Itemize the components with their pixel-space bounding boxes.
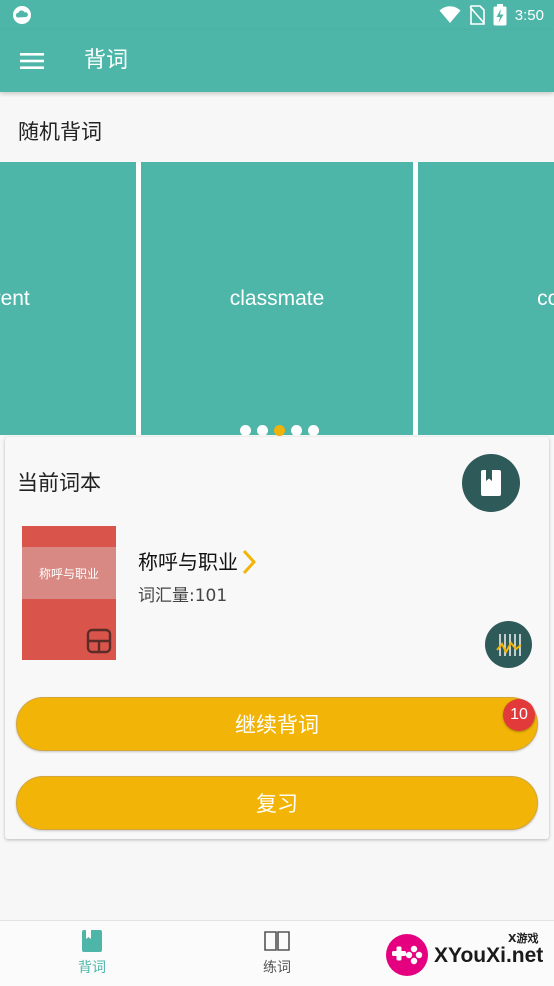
cloud-notification-icon [13, 6, 31, 24]
word-carousel[interactable]: parent classmate cou [0, 162, 554, 435]
gamepad-logo-icon [386, 934, 428, 976]
word-card[interactable]: classmate [141, 162, 413, 435]
open-book-icon [264, 931, 290, 951]
nav-label-practice: 练词 [263, 960, 291, 976]
word-card-text: classmate [229, 286, 325, 310]
book-cover-label: 称呼与职业 [38, 566, 99, 581]
current-book-title: 当前词本 [17, 471, 101, 495]
battery-charging-icon [493, 4, 507, 26]
chevron-right-icon [242, 549, 257, 575]
carousel-dot-active[interactable] [274, 425, 285, 436]
current-book-panel: 当前词本 称呼与职业 称呼与职业 词汇量:101 继续背词 10 复习 [5, 437, 549, 839]
chart-icon [495, 633, 522, 656]
nav-label-recite: 背词 [78, 960, 106, 976]
word-card[interactable]: parent [0, 162, 136, 435]
continue-recite-button[interactable]: 继续背词 [16, 697, 538, 751]
carousel-dot[interactable] [240, 425, 251, 436]
nav-item-recite[interactable]: 背词 [32, 929, 152, 977]
book-word-count: 词汇量:101 [138, 586, 228, 606]
book-icon [82, 930, 102, 952]
carousel-indicator [240, 425, 319, 436]
review-label: 复习 [256, 792, 298, 816]
status-time: 3:50 [514, 6, 544, 24]
word-card-text: parent [0, 286, 30, 310]
nav-item-practice[interactable]: 练词 [217, 929, 337, 977]
wordbook-button[interactable] [462, 454, 520, 512]
watermark: X游戏 XYouXi.net [384, 930, 550, 982]
app-bar: 背词 [0, 30, 554, 92]
statistics-button[interactable] [485, 621, 532, 668]
random-section-title: 随机背词 [18, 120, 102, 144]
carousel-dot[interactable] [257, 425, 268, 436]
word-card[interactable]: cou [418, 162, 554, 435]
carousel-dot[interactable] [291, 425, 302, 436]
review-button[interactable]: 复习 [16, 776, 538, 830]
book-name-link[interactable]: 称呼与职业 [138, 547, 258, 577]
book-cover[interactable]: 称呼与职业 [22, 526, 116, 660]
carousel-dot[interactable] [308, 425, 319, 436]
status-bar: 3:50 [0, 0, 554, 30]
book-cover-band: 称呼与职业 [22, 547, 116, 599]
menu-button[interactable] [12, 44, 52, 78]
watermark-text: XYouXi.net [434, 944, 544, 967]
page-title: 背词 [84, 48, 129, 73]
pending-count-badge: 10 [503, 699, 535, 731]
book-name: 称呼与职业 [138, 550, 238, 574]
hamburger-menu-icon [20, 53, 44, 69]
no-sim-icon [469, 5, 485, 25]
word-card-text: cou [537, 286, 554, 310]
wifi-icon [439, 6, 461, 23]
continue-recite-label: 继续背词 [235, 713, 319, 737]
bookmark-book-icon [481, 470, 501, 496]
book-cover-logo-icon [86, 628, 112, 654]
